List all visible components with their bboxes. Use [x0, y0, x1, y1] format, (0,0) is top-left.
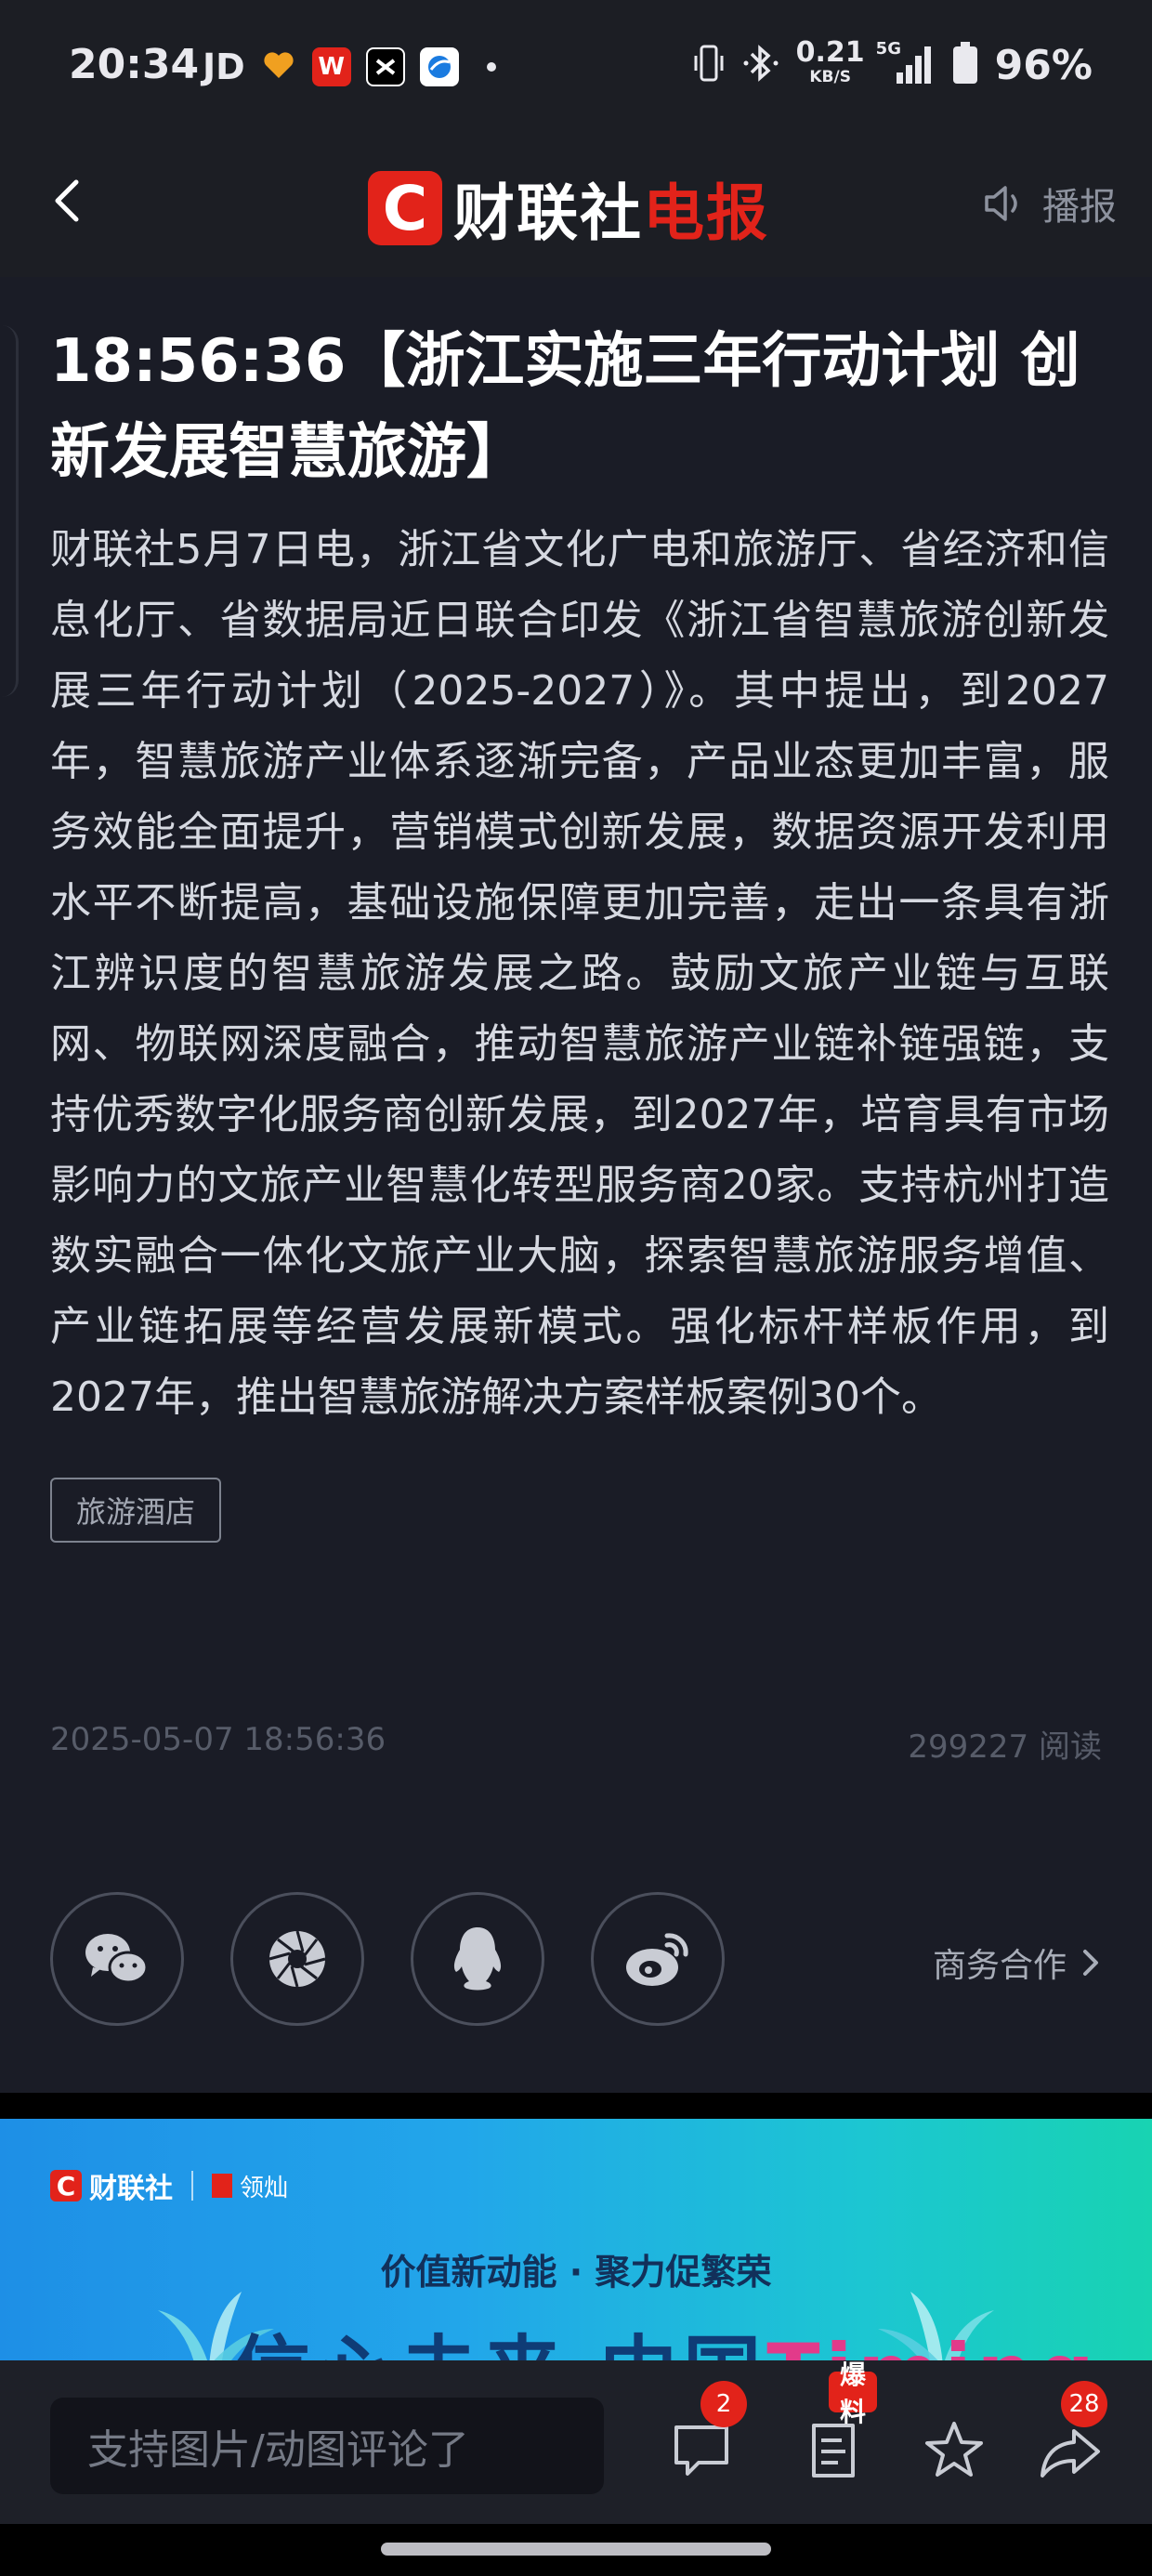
cls-telegraph-logo: C 财联社电报 [368, 164, 769, 253]
comment-count-badge: 2 [700, 2381, 747, 2427]
banner-logo-c: C [50, 2170, 82, 2201]
jd-app-icon: JD [203, 46, 245, 87]
battery-percent: 96% [994, 41, 1093, 89]
banner-partner-name: 领灿 [240, 2174, 289, 2202]
partner-logo-icon [212, 2174, 232, 2198]
article-meta: 2025-05-07 18:56:36 299227 阅读 [50, 1721, 1102, 1767]
chevron-right-icon [1083, 1950, 1098, 1976]
banner-headline-main: 信心未来 中国 [232, 2327, 766, 2360]
baoliao-badge: 爆料 [829, 2359, 878, 2427]
share-arrow-icon [1041, 2429, 1100, 2477]
logo-wordmark: 财联社电报 [453, 164, 769, 253]
comment-input[interactable]: 支持图片/动图评论了 [50, 2398, 604, 2494]
wechat-icon [85, 1934, 149, 1984]
chevron-left-icon [55, 179, 79, 222]
banner-logo-separator [191, 2171, 193, 2201]
network-speed-value: 0.21 [795, 36, 865, 69]
comments-button[interactable]: 2 [669, 2381, 747, 2483]
banner-logo-text: 财联社 [89, 2173, 173, 2205]
network-speed: 0.21 KB/S [796, 39, 865, 89]
article-content: 18:56:36【浙江实施三年行动计划 创新发展智慧旅游】 财联社5月7日电，浙… [50, 316, 1109, 1543]
star-icon [925, 2422, 983, 2477]
comment-bubble-icon [674, 2425, 728, 2476]
speaker-icon [985, 186, 1017, 221]
back-button[interactable] [41, 173, 97, 229]
weibo-icon [626, 1933, 688, 1986]
status-bar: 20:34 JD W 0.21 KB/S 5G 96% [0, 0, 1152, 138]
topic-tag[interactable]: 旅游酒店 [50, 1478, 222, 1543]
favorite-button[interactable] [922, 2418, 987, 2483]
broadcast-button[interactable]: 播报 [981, 177, 1117, 230]
battery-icon [952, 42, 978, 88]
home-indicator[interactable] [381, 2543, 771, 2556]
logo-c-mark: C [368, 171, 442, 245]
read-count: 299227 阅读 [908, 1728, 1102, 1766]
share-count-badge: 28 [1061, 2381, 1107, 2427]
heart-app-icon [260, 46, 297, 87]
share-row [50, 1892, 725, 2026]
signal-icon: 5G [876, 39, 936, 85]
broadcast-label: 播报 [1042, 186, 1117, 229]
network-type: 5G [875, 39, 901, 59]
publish-time: 2025-05-07 18:56:36 [50, 1721, 386, 1758]
bluetooth-icon [742, 43, 779, 87]
share-qq-button[interactable] [411, 1892, 544, 2026]
wps-app-icon: W [311, 47, 351, 86]
logo-text-white: 财联社 [453, 177, 643, 249]
moments-aperture-icon [268, 1930, 326, 1988]
promo-banner[interactable]: C 财联社 领灿 价值新动能 · 聚力促繁荣 信心未来 中国Timing [0, 2119, 1152, 2360]
share-moments-button[interactable] [230, 1892, 364, 2026]
top-nav-bar: C 财联社电报 播报 [0, 138, 1152, 277]
article-body: 财联社5月7日电，浙江省文化广电和旅游厅、省经济和信息化厅、省数据局近日联合印发… [50, 526, 1109, 1421]
section-divider [0, 2093, 1152, 2119]
business-cooperation-label: 商务合作 [932, 1947, 1067, 1985]
browser-app-icon [419, 47, 459, 86]
banner-logo: C 财联社 领灿 [50, 2165, 288, 2206]
business-cooperation-link[interactable]: 商务合作 [933, 1939, 1102, 1987]
capcut-app-icon [365, 47, 405, 86]
banner-headline: 信心未来 中国Timing [232, 2310, 1100, 2360]
more-notifications-dot [486, 62, 496, 72]
bottom-action-bar: 支持图片/动图评论了 2 爆料 28 [0, 2359, 1152, 2524]
status-indicators: 0.21 KB/S 5G 96% [692, 39, 1093, 89]
forward-share-button[interactable]: 28 [1037, 2381, 1107, 2483]
status-app-icons: JD W [203, 46, 496, 87]
status-time: 20:34 [69, 41, 200, 88]
logo-text-red: 电报 [643, 177, 769, 249]
baoliao-button[interactable]: 爆料 [805, 2359, 878, 2483]
vibrate-icon [692, 43, 726, 87]
qq-penguin-icon [453, 1927, 502, 1991]
article-title: 18:56:36【浙江实施三年行动计划 创新发展智慧旅游】 [50, 327, 1080, 487]
share-weibo-button[interactable] [591, 1892, 725, 2026]
edge-swipe-handle [0, 325, 19, 697]
gesture-navigation-bar [0, 2524, 1152, 2576]
share-wechat-button[interactable] [50, 1892, 184, 2026]
banner-headline-accent: Timing [766, 2327, 1099, 2360]
